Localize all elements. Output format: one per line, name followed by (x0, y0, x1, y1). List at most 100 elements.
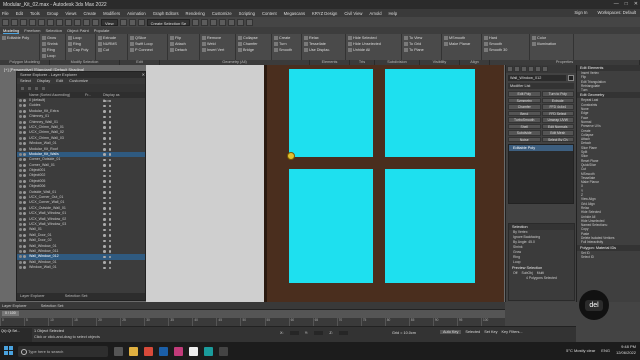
modifier-button-turbosmooth[interactable]: TurboSmooth (508, 117, 541, 123)
redo-icon[interactable] (11, 18, 18, 26)
visibility-icon[interactable] (19, 228, 22, 232)
render-icon[interactable] (23, 109, 26, 113)
ribbon-button-color[interactable]: Color (532, 35, 571, 40)
freeze-toggle-icon[interactable] (103, 207, 106, 210)
visibility-icon[interactable] (19, 115, 22, 119)
menu-item-content[interactable]: Content (262, 11, 277, 16)
ribbon-button-shrink[interactable]: Shrink (42, 41, 63, 46)
visibility-icon[interactable] (19, 260, 22, 264)
workspaces-select[interactable]: Workspaces: Default (597, 10, 636, 15)
menu-item-graph-editors[interactable]: Graph Editors (153, 11, 179, 16)
freeze-toggle-icon[interactable] (103, 245, 106, 248)
ribbon-button-collapse[interactable]: Collapse (238, 35, 269, 40)
close-icon[interactable]: ✕ (634, 1, 638, 7)
tab-populate[interactable]: Populate (94, 28, 110, 33)
substance-icon[interactable] (174, 346, 183, 356)
file-explorer-icon[interactable] (129, 346, 138, 356)
render-icon[interactable] (23, 115, 26, 119)
freeze-toggle-icon[interactable] (103, 148, 106, 151)
visibility-icon[interactable] (19, 244, 22, 248)
visibility-icon[interactable] (19, 131, 22, 135)
photoshop-icon[interactable] (159, 346, 168, 356)
box-toggle-icon[interactable] (108, 207, 111, 210)
menu-item-tools[interactable]: Tools (30, 11, 40, 16)
menu-item-group[interactable]: Group (47, 11, 59, 16)
utilities-tab-icon[interactable] (542, 66, 548, 72)
menu-item-help[interactable]: Help (389, 11, 398, 16)
freeze-toggle-icon[interactable] (103, 212, 106, 216)
box-toggle-icon[interactable] (108, 261, 111, 264)
visibility-icon[interactable] (19, 201, 22, 205)
pivot-gizmo[interactable] (287, 152, 295, 160)
selection-set-input[interactable]: Create Selection Se (146, 18, 191, 26)
freeze-toggle-icon[interactable] (103, 158, 106, 162)
box-toggle-icon[interactable] (108, 180, 111, 183)
visibility-icon[interactable] (19, 152, 22, 156)
menu-item-create[interactable]: Create (84, 11, 97, 16)
modifier-button-edit-poly[interactable]: Edit Poly (508, 91, 541, 97)
render-icon[interactable] (23, 131, 26, 135)
render-icon[interactable] (23, 260, 26, 264)
ribbon-button-detach[interactable]: Detach (170, 47, 197, 52)
ribbon-button-smooth[interactable]: Smooth (484, 41, 527, 46)
angle-snap-icon[interactable] (128, 18, 136, 26)
options-icon[interactable] (41, 85, 46, 91)
box-toggle-icon[interactable] (108, 245, 111, 248)
box-toggle-icon[interactable] (108, 131, 111, 135)
ribbon-button-grow[interactable]: Grow (42, 35, 63, 40)
rect-select-icon[interactable] (65, 18, 72, 26)
link-icon[interactable] (20, 18, 27, 26)
freeze-toggle-icon[interactable] (103, 131, 106, 135)
display-tab-icon[interactable] (535, 66, 541, 72)
modifier-button-turn-to-poly[interactable]: Turn to Poly (541, 91, 574, 97)
render-icon[interactable] (23, 266, 26, 270)
visibility-icon[interactable] (19, 163, 22, 167)
freeze-toggle-icon[interactable] (103, 104, 106, 108)
freeze-toggle-icon[interactable] (103, 115, 106, 119)
freeze-toggle-icon[interactable] (103, 250, 106, 253)
ribbon-button-smooth[interactable]: Smooth (274, 47, 299, 52)
freeze-toggle-icon[interactable] (103, 196, 106, 200)
box-toggle-icon[interactable] (108, 191, 111, 194)
modifier-list-dropdown[interactable]: Modifier List (508, 83, 574, 89)
render-icon[interactable] (246, 18, 254, 26)
maxscript-listener[interactable]: Qt(=Qt Sel... (0, 328, 32, 342)
tab-selection[interactable]: Selection (45, 28, 61, 33)
view-select[interactable]: View (101, 18, 118, 26)
scene-menu-display[interactable]: Display (37, 78, 50, 84)
y-coord-field[interactable] (314, 331, 324, 335)
render-icon[interactable] (23, 201, 26, 205)
box-toggle-icon[interactable] (108, 137, 111, 140)
select-icon[interactable] (47, 18, 54, 26)
render-icon[interactable] (23, 147, 26, 151)
window-model[interactable] (264, 65, 504, 302)
render-icon[interactable] (23, 244, 26, 248)
modifier-button-ffd-4x4x4[interactable]: FFD 4x4x4 (541, 104, 574, 110)
ribbon-button-nurms[interactable]: NURMS (98, 41, 125, 46)
visibility-icon[interactable] (19, 109, 22, 113)
ribbon-button-flip[interactable]: Flip (170, 35, 197, 40)
ribbon-button-p-connect[interactable]: P Connect (130, 47, 165, 52)
menu-item-views[interactable]: Views (65, 11, 76, 16)
tab-modeling[interactable]: Modeling (3, 28, 20, 34)
box-toggle-icon[interactable] (108, 158, 111, 162)
motion-tab-icon[interactable] (528, 66, 534, 72)
task-view-icon[interactable] (114, 346, 123, 356)
box-toggle-icon[interactable] (108, 174, 111, 178)
visibility-icon[interactable] (19, 217, 22, 221)
modifier-button-chamfer[interactable]: Chamfer (508, 104, 541, 110)
snap-icon[interactable] (119, 18, 127, 26)
render-icon[interactable] (23, 174, 26, 178)
visibility-icon[interactable] (19, 185, 22, 189)
obs-icon[interactable] (219, 346, 228, 356)
minimize-icon[interactable]: — (614, 1, 619, 7)
add-layer-icon[interactable] (34, 85, 39, 91)
freeze-toggle-icon[interactable] (103, 185, 106, 189)
ribbon-button-cap-poly[interactable]: Cap Poly (68, 47, 93, 52)
box-toggle-icon[interactable] (108, 153, 111, 156)
track-bar[interactable]: 0 5 10 15 20 25 30 35 40 45 50 55 60 65 70 75 80 85 90 95 10… (0, 318, 505, 326)
box-toggle-icon[interactable] (108, 115, 111, 119)
modifier-button-symmetry[interactable]: Symmetry (508, 97, 541, 103)
menu-item-megascans[interactable]: Megascans (284, 11, 305, 16)
ribbon-button-ring[interactable]: Ring (68, 41, 93, 46)
